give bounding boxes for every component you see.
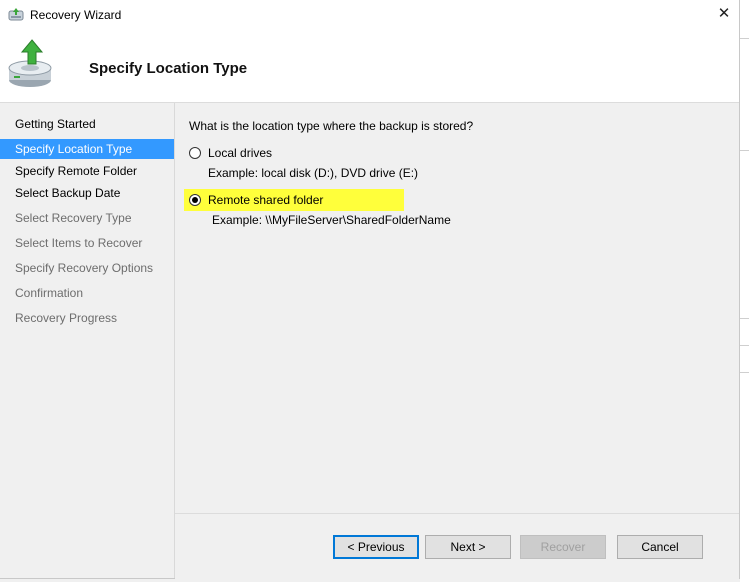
background-divider [740, 38, 749, 39]
close-icon: ✕ [717, 5, 731, 22]
step-confirmation: Confirmation [15, 286, 84, 300]
local-drives-radio[interactable] [189, 147, 201, 159]
local-drives-example: Example: local disk (D:), DVD drive (E:) [208, 166, 419, 180]
recovery-wizard-window: Recovery Wizard ✕ Specify Location Type … [0, 0, 740, 579]
step-specify-recovery-options: Specify Recovery Options [15, 261, 154, 275]
recover-button: Recover [520, 535, 606, 559]
next-button[interactable]: Next > [425, 535, 511, 559]
step-select-items-to-recover: Select Items to Recover [15, 236, 143, 250]
step-recovery-progress: Recovery Progress [15, 311, 118, 325]
local-drives-label[interactable]: Local drives [208, 146, 272, 160]
title-bar: Recovery Wizard ✕ [0, 0, 739, 30]
window-title: Recovery Wizard [30, 8, 122, 22]
background-divider [740, 372, 749, 373]
step-specify-location-type[interactable]: Specify Location Type [0, 139, 174, 159]
backup-restore-icon [8, 39, 52, 87]
background-window-edge [740, 0, 749, 582]
previous-button[interactable]: < Previous [333, 535, 419, 559]
wizard-footer: < Previous Next > Recover Cancel [175, 513, 739, 579]
wizard-steps-nav: Getting Started Specify Location Type Sp… [0, 103, 175, 578]
location-question: What is the location type where the back… [189, 119, 474, 133]
background-divider [740, 150, 749, 151]
app-icon [8, 8, 24, 21]
cancel-button[interactable]: Cancel [617, 535, 703, 559]
remote-shared-folder-example: Example: \\MyFileServer\SharedFolderName [212, 213, 451, 227]
wizard-content: What is the location type where the back… [175, 103, 739, 513]
step-select-recovery-type: Select Recovery Type [15, 211, 132, 225]
step-select-backup-date[interactable]: Select Backup Date [0, 183, 174, 203]
background-divider [740, 345, 749, 346]
step-specify-remote-folder[interactable]: Specify Remote Folder [0, 161, 174, 181]
page-title: Specify Location Type [89, 60, 248, 77]
remote-shared-folder-label[interactable]: Remote shared folder [208, 193, 323, 207]
step-getting-started[interactable]: Getting Started [0, 114, 174, 134]
close-button[interactable]: ✕ [712, 4, 736, 24]
background-divider [740, 318, 749, 319]
remote-shared-folder-radio[interactable] [189, 194, 201, 206]
wizard-header: Specify Location Type [0, 30, 739, 103]
